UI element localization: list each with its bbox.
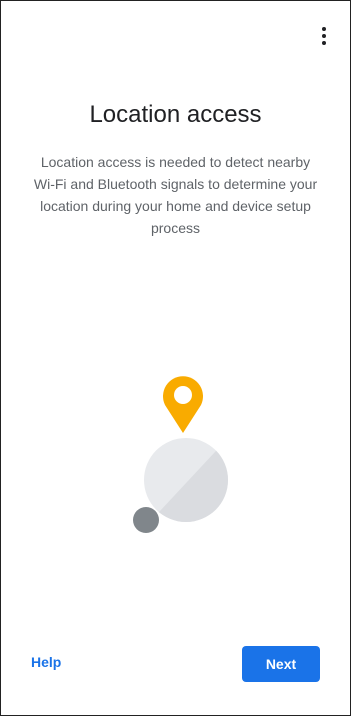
location-pin-icon: [163, 376, 203, 433]
location-access-screen: Location access Location access is neede…: [0, 0, 351, 716]
location-illustration: [126, 366, 236, 541]
device-dot: [133, 507, 159, 533]
location-illustration-graphic: [133, 376, 228, 533]
menu-dot: [322, 41, 326, 45]
globe-graphic: [144, 438, 228, 522]
menu-dot: [322, 34, 326, 38]
more-vert-icon[interactable]: [316, 23, 332, 49]
page-description: Location access is needed to detect near…: [33, 154, 318, 236]
page-title: Location access: [89, 101, 262, 128]
menu-dot: [322, 27, 326, 31]
next-button[interactable]: Next: [242, 646, 320, 682]
help-link[interactable]: Help: [31, 654, 61, 670]
